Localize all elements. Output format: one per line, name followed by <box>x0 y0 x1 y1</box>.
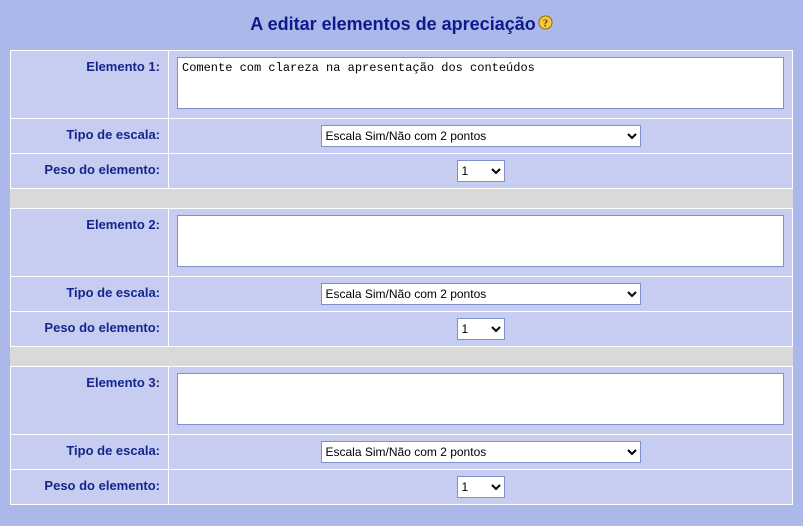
element-label-word: Elemento <box>86 217 145 232</box>
element-label-index: 2 <box>148 217 155 232</box>
scale-type-select[interactable]: Escala Sim/Não com 2 pontos <box>321 125 641 147</box>
elements-form: Elemento 1: Tipo de escala: Escala Sim/N… <box>10 50 793 505</box>
svg-text:?: ? <box>543 18 548 29</box>
element-textarea[interactable] <box>177 57 784 109</box>
scale-type-select[interactable]: Escala Sim/Não com 2 pontos <box>321 441 641 463</box>
scale-type-label: Tipo de escala: <box>11 276 169 311</box>
element-label-index: 3 <box>148 375 155 390</box>
element-label-word: Elemento <box>86 59 145 74</box>
scale-type-label: Tipo de escala: <box>11 434 169 469</box>
page-title: A editar elementos de apreciação ? <box>10 14 793 36</box>
help-icon[interactable]: ? <box>538 14 553 35</box>
element-weight-select[interactable]: 1 <box>457 160 505 182</box>
element-label-word: Elemento <box>86 375 145 390</box>
element-textarea[interactable] <box>177 215 784 267</box>
element-label: Elemento 1: <box>11 50 169 118</box>
element-weight-select[interactable]: 1 <box>457 318 505 340</box>
scale-type-select[interactable]: Escala Sim/Não com 2 pontos <box>321 283 641 305</box>
element-weight-label: Peso do elemento: <box>11 311 169 346</box>
element-weight-select[interactable]: 1 <box>457 476 505 498</box>
element-label-index: 1 <box>148 59 155 74</box>
element-textarea[interactable] <box>177 373 784 425</box>
element-label: Elemento 3: <box>11 366 169 434</box>
page-title-text: A editar elementos de apreciação <box>250 14 535 34</box>
element-label: Elemento 2: <box>11 208 169 276</box>
element-weight-label: Peso do elemento: <box>11 153 169 188</box>
separator-row <box>11 188 793 208</box>
scale-type-label: Tipo de escala: <box>11 118 169 153</box>
element-weight-label: Peso do elemento: <box>11 469 169 504</box>
separator-row <box>11 346 793 366</box>
